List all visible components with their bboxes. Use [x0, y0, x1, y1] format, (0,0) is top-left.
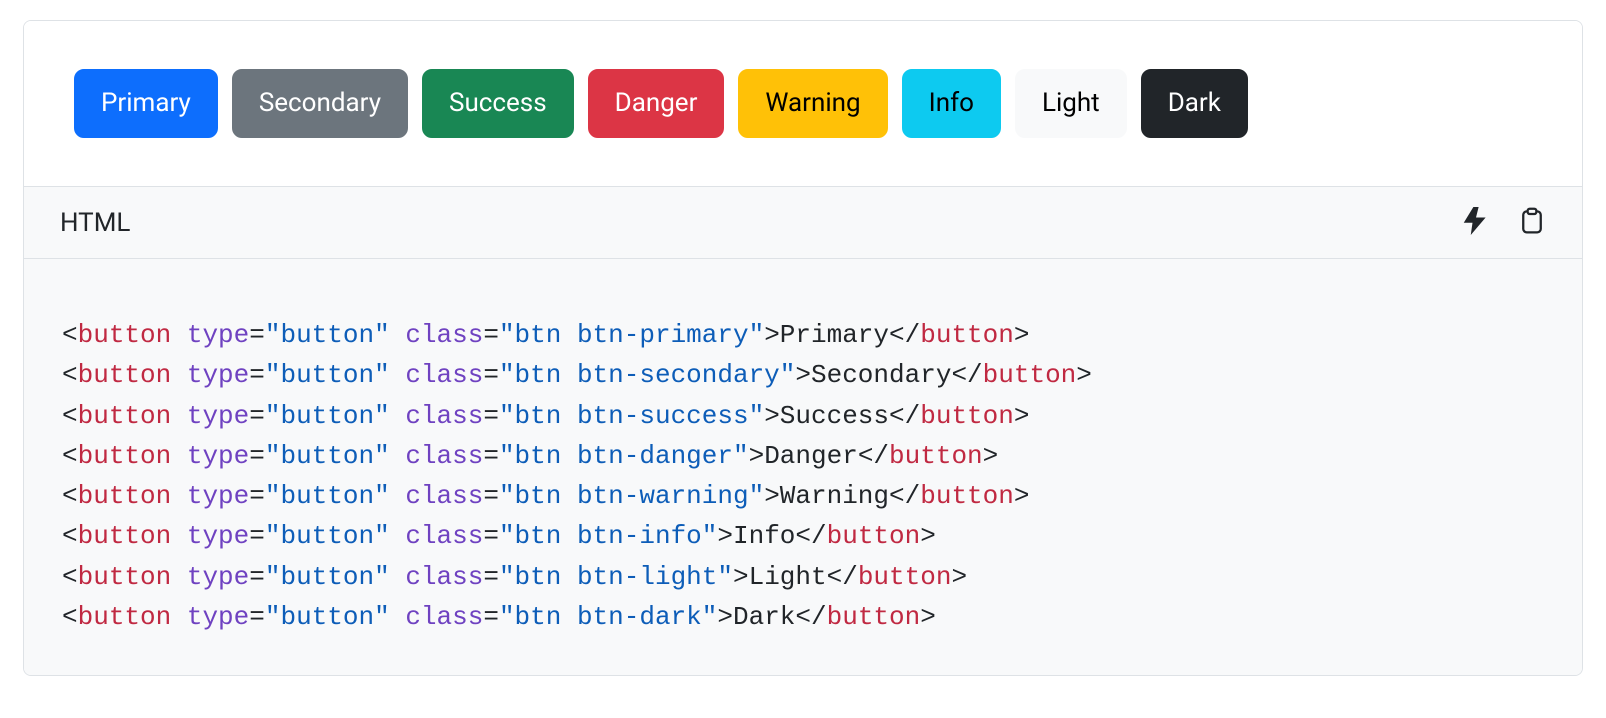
success-button[interactable]: Success	[422, 69, 574, 138]
code-line: <button type="button" class="btn btn-suc…	[62, 396, 1544, 436]
code-line: <button type="button" class="btn btn-dan…	[62, 436, 1544, 476]
primary-button[interactable]: Primary	[74, 69, 218, 138]
stackblitz-button[interactable]	[1462, 207, 1490, 238]
code-actions	[1462, 207, 1546, 238]
code-line: <button type="button" class="btn btn-pri…	[62, 315, 1544, 355]
code-header: HTML	[24, 186, 1582, 259]
dark-button[interactable]: Dark	[1141, 69, 1248, 138]
lightning-icon	[1462, 207, 1490, 238]
code-line: <button type="button" class="btn btn-lig…	[62, 557, 1544, 597]
light-button[interactable]: Light	[1015, 69, 1127, 138]
code-language-label: HTML	[60, 208, 130, 238]
secondary-button[interactable]: Secondary	[232, 69, 408, 138]
code-body: <button type="button" class="btn btn-pri…	[24, 259, 1582, 675]
warning-button[interactable]: Warning	[738, 69, 887, 138]
code-line: <button type="button" class="btn btn-war…	[62, 476, 1544, 516]
danger-button[interactable]: Danger	[588, 69, 725, 138]
code-line: <button type="button" class="btn btn-sec…	[62, 355, 1544, 395]
code-line: <button type="button" class="btn btn-dar…	[62, 597, 1544, 637]
info-button[interactable]: Info	[902, 69, 1001, 138]
preview-panel: Primary Secondary Success Danger Warning…	[24, 21, 1582, 186]
code-line: <button type="button" class="btn btn-inf…	[62, 516, 1544, 556]
example-card: Primary Secondary Success Danger Warning…	[23, 20, 1583, 676]
copy-button[interactable]	[1518, 207, 1546, 238]
clipboard-icon	[1518, 207, 1546, 238]
